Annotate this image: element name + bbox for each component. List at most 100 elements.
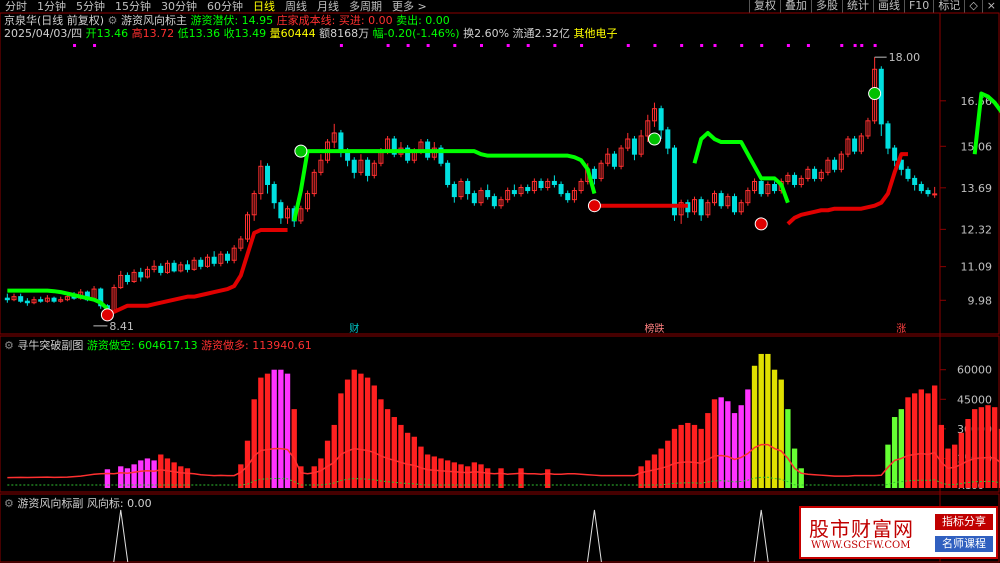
signal-dot [873, 44, 877, 47]
resistance-line [692, 130, 790, 204]
sub1-bar [725, 401, 731, 488]
candle-body [24, 300, 30, 304]
watermark-logo: 股市财富网 WWW.GSCFW.COM 指标分享 名师课程 [799, 506, 998, 559]
sub1-bar [931, 385, 938, 488]
candle-body [892, 147, 898, 161]
candle-body [772, 183, 778, 192]
news-tag: 涨 [896, 323, 906, 335]
candle-body [758, 180, 764, 195]
candle-body [658, 108, 664, 131]
candle-body [885, 123, 891, 149]
sub1-bar [645, 460, 651, 488]
sub1-settings-icon[interactable]: ⚙ [4, 339, 14, 352]
signal-dot [653, 44, 657, 47]
candle-body [224, 253, 230, 261]
candle-body [591, 168, 597, 179]
sub1-bar [251, 399, 257, 488]
sub1-bar [765, 353, 771, 488]
candle-body [511, 190, 517, 195]
wind-spike [753, 509, 769, 563]
candle-body [558, 183, 564, 195]
main-axis-label: 9.98 [968, 294, 993, 307]
sub1-bar [424, 454, 431, 488]
candle-body [905, 168, 911, 179]
kline-chart[interactable]: 16.5615.0613.6912.3211.099.98 18.008.41 财… [0, 0, 1000, 563]
main-axis-label: 12.32 [961, 223, 993, 236]
sub1-bar [411, 436, 417, 488]
candle-body [471, 193, 477, 204]
sub1-empty-value: 游资做空: 604617.13 [86, 339, 198, 352]
sub1-bar [378, 399, 384, 488]
high-marker-label: 18.00 [889, 51, 921, 64]
sub1-axis-label: 45000 [957, 393, 992, 406]
sub1-bar [651, 454, 658, 488]
candle-body [184, 264, 190, 270]
candle-body [812, 168, 818, 179]
candle-body [718, 193, 724, 207]
candle-body [932, 193, 938, 196]
sub1-bar [698, 428, 704, 488]
signal-dot [406, 44, 410, 47]
sub1-bar [138, 460, 144, 488]
sub1-bar [444, 460, 451, 488]
watermark-title: 股市财富网 [809, 517, 914, 541]
candle-body [485, 190, 491, 198]
sub1-bar [478, 464, 484, 488]
candle-body [465, 180, 471, 195]
sub1-title[interactable]: 寻牛突破副图 [17, 339, 83, 352]
candle-body [365, 159, 371, 176]
wind-spike [113, 509, 129, 563]
sub1-bar [438, 458, 444, 488]
sub1-bar [665, 440, 671, 488]
candle-body [445, 162, 451, 185]
sub1-bar [391, 417, 397, 488]
sub1-bar [131, 464, 137, 488]
candle-body [138, 271, 144, 278]
candle-body [912, 177, 918, 185]
signal-dot [680, 44, 684, 47]
sub1-bar [164, 458, 171, 488]
sub2-info: ⚙ 游资风向标副 风向标: 0.00 [4, 497, 152, 510]
sub1-bar [918, 389, 924, 488]
sub1-bar [291, 409, 297, 488]
candle-body [158, 265, 164, 273]
sub1-bar [384, 409, 391, 488]
signal-badge [294, 144, 308, 158]
sub1-bar [331, 424, 337, 488]
sub1-bar [785, 409, 791, 488]
signal-dot [553, 44, 557, 47]
sub1-bar [171, 462, 177, 488]
candle-body [51, 297, 57, 302]
candle-body [925, 190, 931, 195]
candle-body [18, 296, 24, 302]
signal-dot [453, 44, 457, 47]
signal-dot [480, 44, 484, 47]
candle-body [525, 187, 531, 192]
sub1-bar [404, 432, 411, 488]
sub1-bar [685, 422, 691, 488]
candle-body [4, 297, 10, 301]
watermark-badge-share: 指标分享 [935, 514, 993, 530]
candle-body [698, 199, 704, 216]
sub1-bar [431, 456, 437, 488]
sub1-info: ⚙ 寻牛突破副图 游资做空: 604617.13 游资做多: 113940.61 [4, 339, 312, 352]
sub1-bar [151, 460, 157, 488]
sub1-bar [992, 407, 998, 488]
sub1-bar [264, 373, 271, 488]
sub1-bar [965, 419, 971, 488]
sub1-bar [144, 458, 151, 488]
candle-body [852, 138, 858, 152]
candle-body [792, 174, 798, 185]
sub1-bar [925, 393, 931, 488]
signal-dot [580, 44, 584, 47]
sub1-long-value: 游资做多: 113940.61 [201, 339, 312, 352]
sub1-bar [398, 424, 404, 488]
candle-body [265, 165, 271, 185]
sub1-bar [364, 377, 371, 488]
signal-dot [426, 44, 430, 47]
sub2-settings-icon[interactable]: ⚙ [4, 497, 14, 510]
signal-badge [868, 87, 882, 101]
signal-dot [339, 44, 343, 47]
sub1-bar [738, 405, 744, 488]
sub2-title[interactable]: 游资风向标副 [17, 497, 83, 510]
